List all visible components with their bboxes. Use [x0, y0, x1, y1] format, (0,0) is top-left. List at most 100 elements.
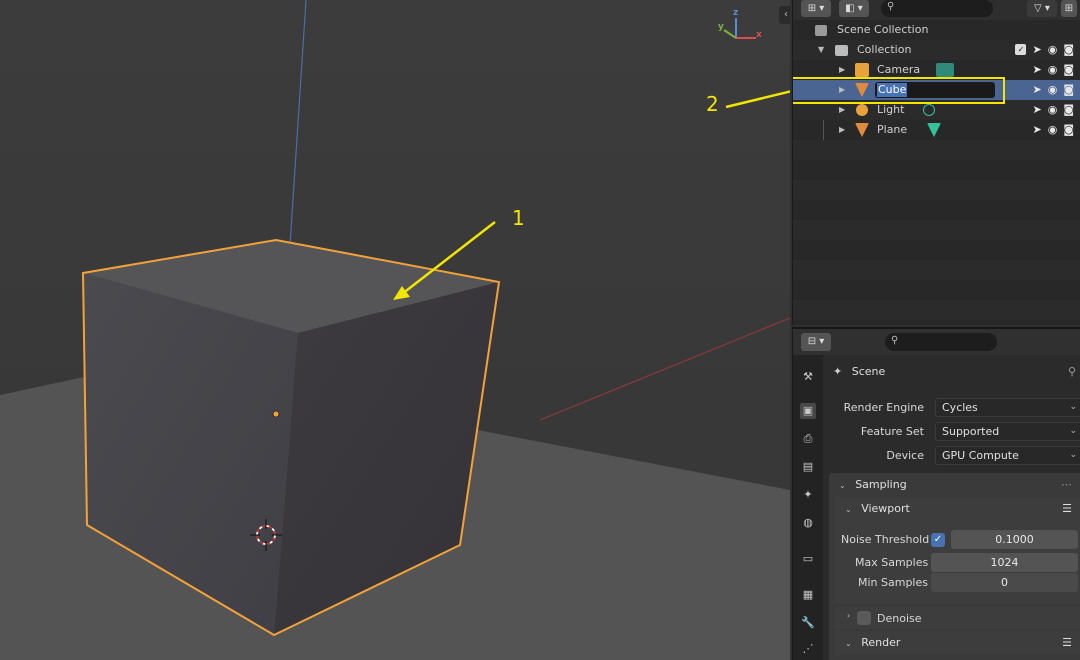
- render-subpanel-header[interactable]: ⌄ Render ☰: [835, 631, 1080, 655]
- viewport-subpanel-header[interactable]: ⌄ Viewport ☰: [835, 497, 1080, 521]
- feature-set-label: Feature Set: [860, 425, 924, 438]
- light-icon: [856, 104, 868, 116]
- min-samples-label: Min Samples: [858, 576, 928, 589]
- select-arrow-icon[interactable]: ➤: [1032, 40, 1041, 60]
- sidebar-toggle-button[interactable]: ‹: [779, 6, 790, 24]
- expand-triangle-icon[interactable]: ▼: [818, 40, 824, 60]
- viewport-title: Viewport: [861, 502, 910, 515]
- chevron-down-icon: ⌄: [845, 639, 852, 648]
- scene-collection-label: Scene Collection: [837, 23, 929, 36]
- noise-threshold-checkbox[interactable]: ✓: [931, 533, 945, 547]
- noise-threshold-field[interactable]: 0.1000: [951, 530, 1078, 549]
- pin-icon[interactable]: ⚲: [1068, 365, 1076, 378]
- min-samples-field[interactable]: 0: [931, 573, 1078, 592]
- chevron-right-icon: ›: [847, 611, 851, 620]
- view-layer-tab-icon[interactable]: ▤: [800, 459, 816, 475]
- outliner-row-plane[interactable]: ▶ Plane ➤ ◉ ◙: [793, 120, 1080, 140]
- render-tab-icon[interactable]: ▣: [800, 403, 816, 419]
- world-tab-icon[interactable]: ◍: [800, 515, 816, 531]
- noise-threshold-label: Noise Threshold: [841, 533, 930, 546]
- scene-tab-icon[interactable]: ✦: [800, 487, 816, 503]
- camera-icon: [855, 63, 869, 77]
- annotation-label-1: 1: [512, 206, 525, 230]
- scene-collection-icon: [815, 25, 827, 36]
- eye-icon[interactable]: ◉: [1048, 60, 1058, 80]
- viewport-subpanel: ⌄ Viewport ☰ Noise Threshold ✓ 0.1000 Ma…: [835, 497, 1080, 603]
- 3d-viewport[interactable]: 1 2 z x y ‹: [0, 0, 790, 660]
- exclude-checkbox-icon[interactable]: ✓: [1015, 44, 1027, 55]
- object-tab-icon[interactable]: ▦: [800, 587, 816, 603]
- properties-tabs: ⚒ ▣ ⎙ ▤ ✦ ◍ ▭ ▦ 🔧 ⋰: [793, 355, 823, 660]
- eye-icon[interactable]: ◉: [1048, 80, 1058, 100]
- render-engine-label: Render Engine: [843, 401, 924, 414]
- filter-view-button[interactable]: ◧ ▾: [839, 0, 869, 17]
- outliner-row-scene-collection[interactable]: Scene Collection: [793, 20, 1080, 40]
- annotation-highlight-box: [793, 77, 1005, 104]
- max-samples-label: Max Samples: [855, 556, 929, 569]
- properties-panel[interactable]: ⊟ ▾ ⚲ ⚒ ▣ ⎙ ▤ ✦ ◍ ▭ ▦ 🔧 ⋰ ✦ Scene ⚲ Rend…: [792, 327, 1080, 660]
- chevron-down-icon: ⌄: [1069, 426, 1077, 436]
- properties-search-input[interactable]: ⚲: [885, 333, 997, 351]
- denoise-subpanel[interactable]: › Denoise: [835, 607, 1080, 629]
- camera-render-icon[interactable]: ◙: [1063, 100, 1074, 120]
- gizmo-y-label: y: [718, 22, 724, 32]
- new-collection-button[interactable]: ⊞: [1061, 0, 1077, 17]
- expand-triangle-icon[interactable]: ▶: [839, 120, 845, 140]
- feature-set-dropdown[interactable]: Supported ⌄: [935, 422, 1080, 441]
- scene-icon: ✦: [833, 365, 843, 378]
- eye-icon[interactable]: ◉: [1048, 40, 1058, 60]
- mesh-data-icon[interactable]: [927, 123, 941, 137]
- device-row: Device GPU Compute ⌄: [823, 446, 1080, 466]
- particles-tab-icon[interactable]: ⋰: [800, 641, 816, 657]
- filter-button[interactable]: ▽ ▾: [1027, 0, 1057, 17]
- list-icon[interactable]: ☰: [1062, 497, 1072, 521]
- select-arrow-icon[interactable]: ➤: [1032, 60, 1041, 80]
- list-icon[interactable]: ☰: [1062, 631, 1072, 655]
- camera-render-icon[interactable]: ◙: [1063, 40, 1074, 60]
- search-icon: ⚲: [891, 335, 899, 346]
- select-arrow-icon[interactable]: ➤: [1032, 80, 1041, 100]
- camera-render-icon[interactable]: ◙: [1063, 60, 1074, 80]
- display-mode-button[interactable]: ⊞ ▾: [801, 0, 831, 17]
- scene-canvas[interactable]: [0, 0, 790, 660]
- sampling-header[interactable]: ⌄ Sampling ⋯: [829, 473, 1080, 497]
- chevron-down-icon: ⌄: [1069, 450, 1077, 460]
- render-engine-row: Render Engine Cycles ⌄: [823, 398, 1080, 418]
- context-label: Scene: [851, 365, 886, 378]
- select-arrow-icon[interactable]: ➤: [1032, 100, 1041, 120]
- camera-render-icon[interactable]: ◙: [1063, 80, 1074, 100]
- light-data-icon[interactable]: [923, 104, 935, 116]
- mesh-icon: [855, 123, 869, 137]
- drag-grip-icon[interactable]: ⋯: [1061, 473, 1072, 497]
- collection-tab-icon[interactable]: ▭: [800, 551, 816, 567]
- outliner-panel[interactable]: ⊞ ▾ ◧ ▾ ⚲ ▽ ▾ ⊞ Scene Collection ▼ Colle…: [792, 0, 1080, 325]
- camera-data-icon[interactable]: [936, 63, 954, 77]
- plane-label: Plane: [877, 123, 908, 136]
- eye-icon[interactable]: ◉: [1048, 100, 1058, 120]
- navigation-gizmo[interactable]: z x y: [712, 8, 768, 48]
- gizmo-x-label: x: [756, 30, 762, 40]
- camera-render-icon[interactable]: ◙: [1063, 120, 1074, 140]
- editor-type-button[interactable]: ⊟ ▾: [801, 333, 831, 351]
- max-samples-field[interactable]: 1024: [931, 553, 1078, 572]
- gizmo-z-label: z: [733, 8, 739, 18]
- outliner-row-collection[interactable]: ▼ Collection ✓ ➤ ◉ ◙: [793, 40, 1080, 60]
- select-arrow-icon[interactable]: ➤: [1032, 120, 1041, 140]
- render-subpanel: ⌄ Render ☰: [835, 631, 1080, 655]
- outliner-search-input[interactable]: ⚲: [881, 0, 993, 17]
- collection-label: Collection: [857, 43, 912, 56]
- denoise-label: Denoise: [877, 612, 922, 625]
- chevron-down-icon: ⌄: [839, 481, 846, 490]
- output-tab-icon[interactable]: ⎙: [800, 431, 816, 447]
- tool-tab-icon[interactable]: ⚒: [800, 369, 816, 385]
- properties-header: ⊟ ▾ ⚲: [793, 329, 1080, 355]
- modifier-tab-icon[interactable]: 🔧: [800, 615, 816, 631]
- eye-icon[interactable]: ◉: [1048, 120, 1058, 140]
- chevron-down-icon: ⌄: [1069, 402, 1077, 412]
- feature-set-row: Feature Set Supported ⌄: [823, 422, 1080, 442]
- denoise-checkbox[interactable]: [857, 611, 871, 625]
- sampling-panel: ⌄ Sampling ⋯ ⌄ Viewport ☰ Noise Threshol…: [829, 473, 1080, 660]
- render-engine-dropdown[interactable]: Cycles ⌄: [935, 398, 1080, 417]
- object-origin: [272, 410, 280, 418]
- device-dropdown[interactable]: GPU Compute ⌄: [935, 446, 1080, 465]
